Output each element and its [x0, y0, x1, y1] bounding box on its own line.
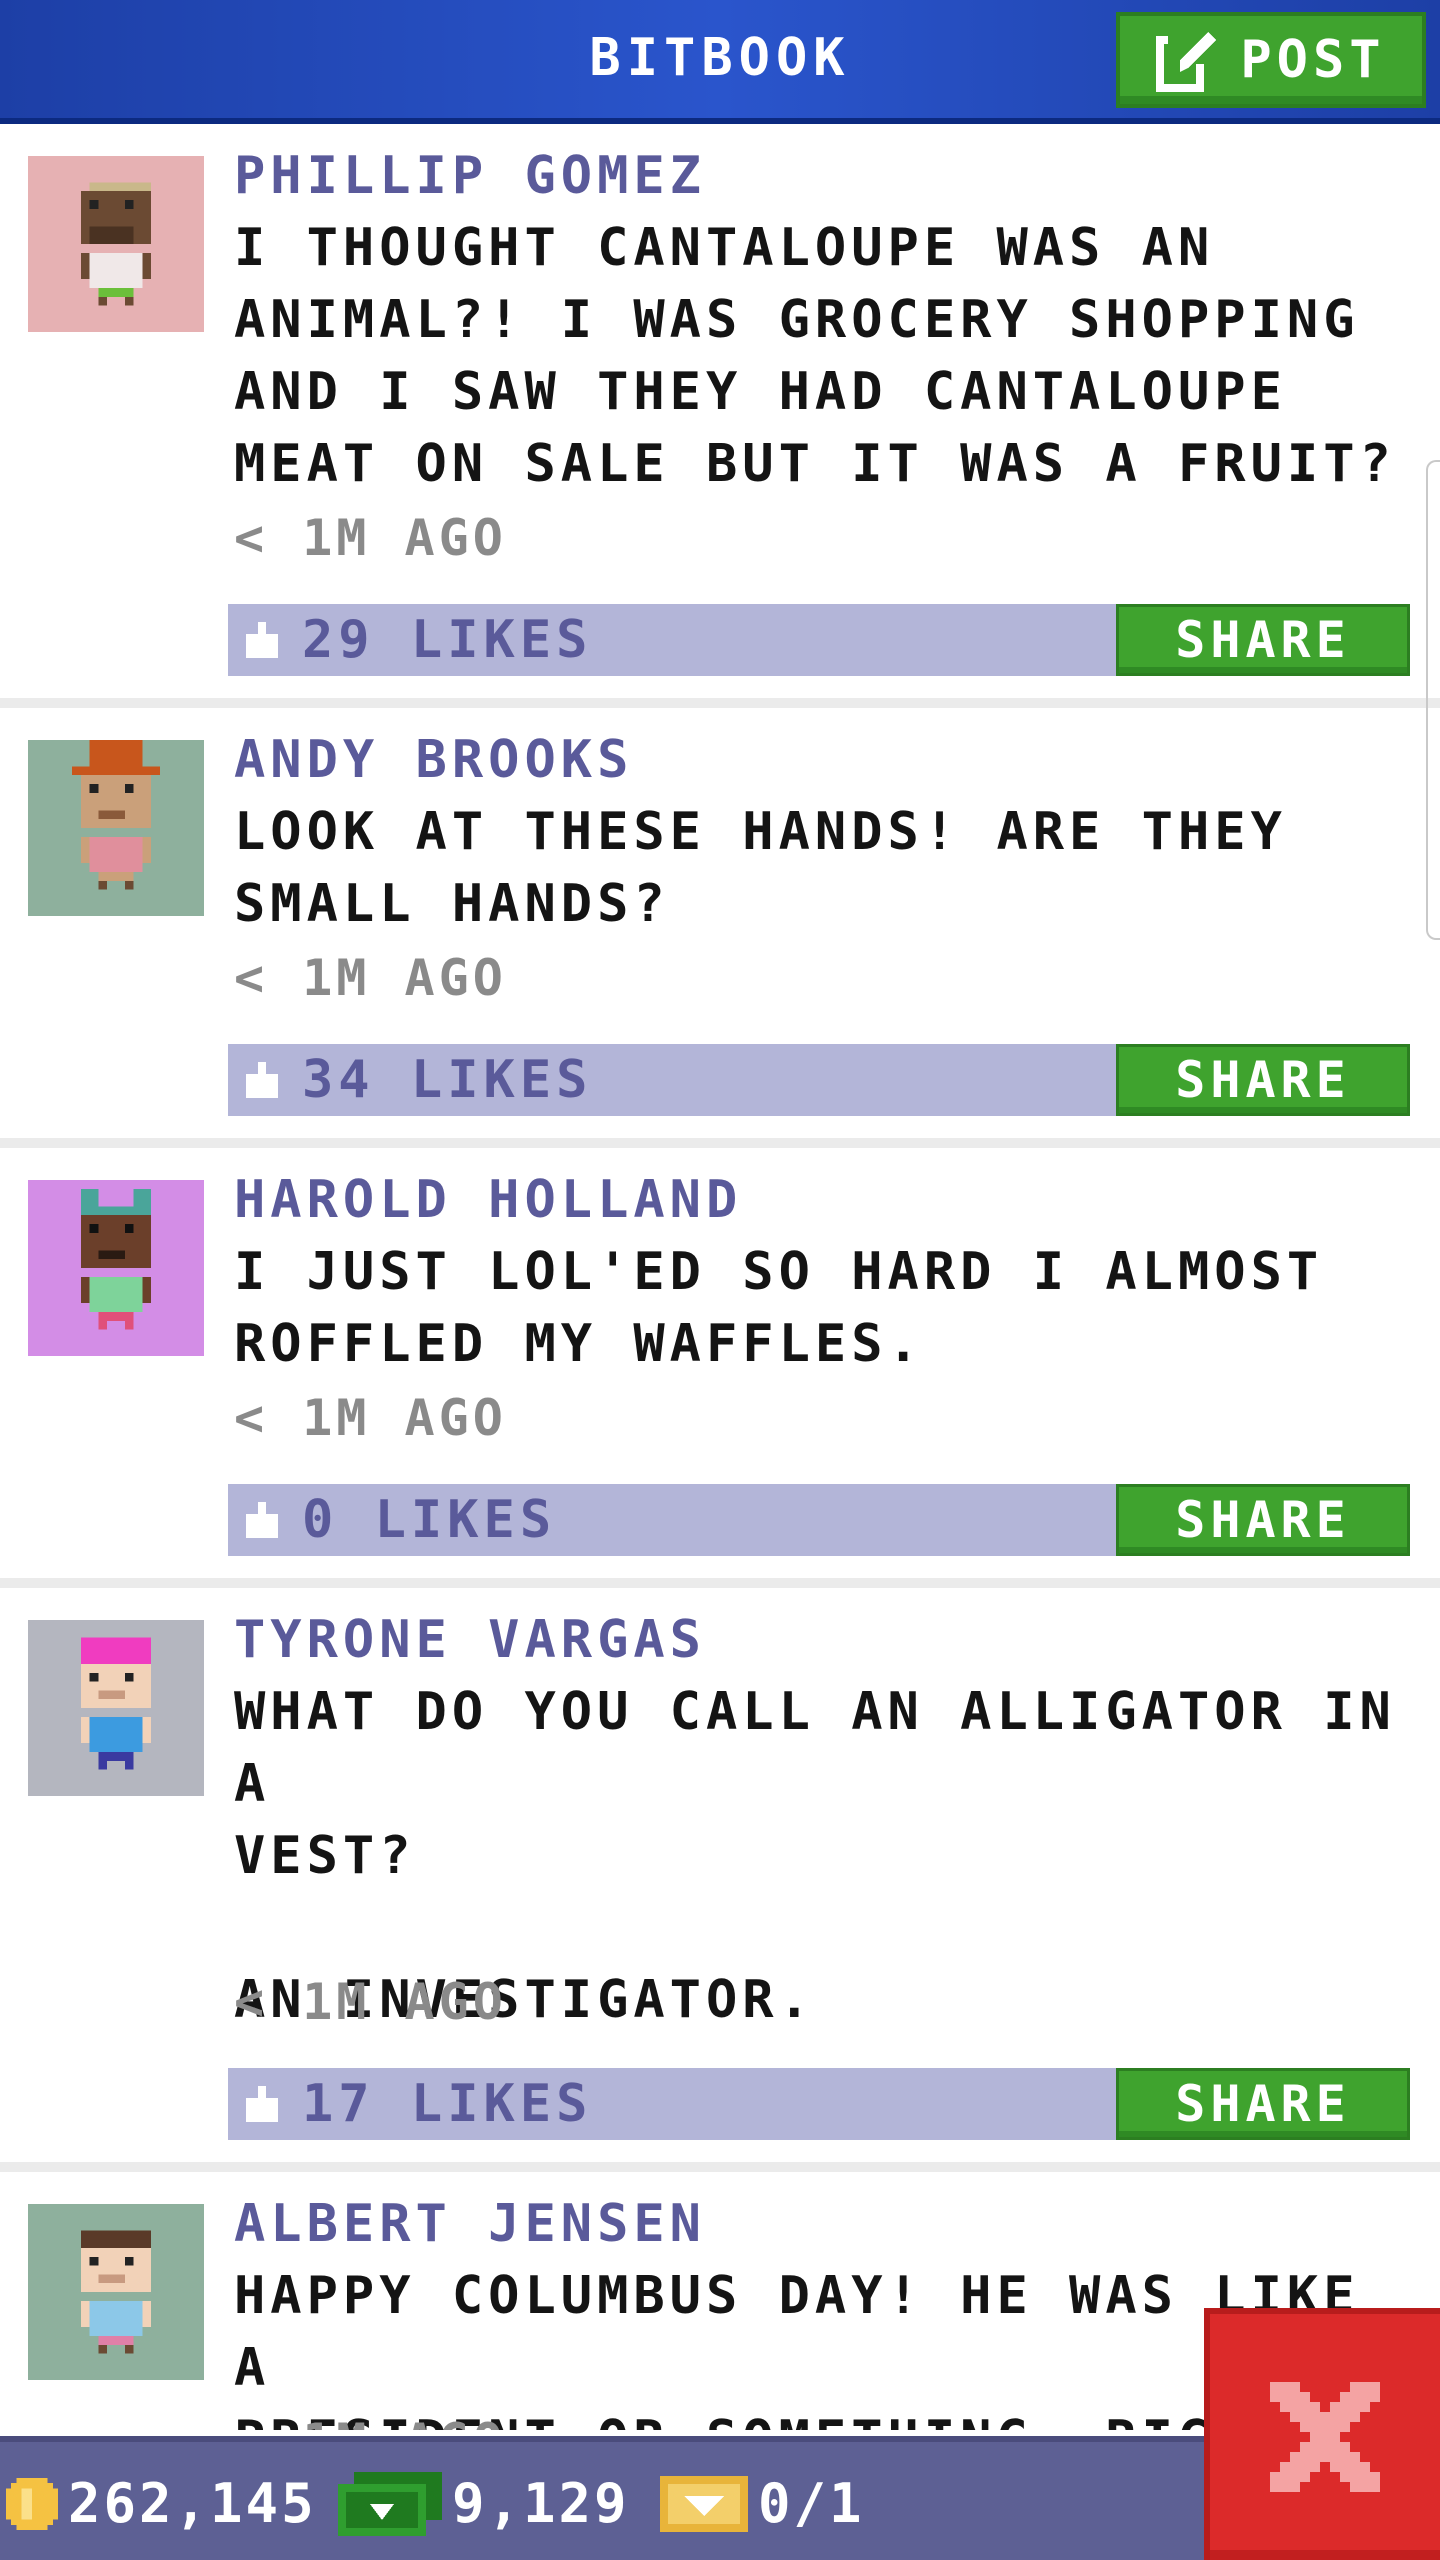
likes-count: 0 LIKES	[302, 1490, 557, 1550]
author-name[interactable]: ANDY BROOKS	[234, 730, 633, 790]
like-icon[interactable]	[242, 1062, 282, 1102]
post-edit-icon	[1156, 32, 1217, 92]
post-time: < 1M AGO	[234, 1973, 507, 2031]
scrollbar[interactable]	[1426, 460, 1440, 940]
avatar[interactable]	[28, 1620, 204, 1796]
post-time: < 1M AGO	[234, 949, 507, 1007]
post-text: LOOK AT THESE HANDS! ARE THEY SMALL HAND…	[234, 802, 1287, 934]
divider	[0, 1578, 1440, 1588]
post-text: I THOUGHT CANTALOUPE WAS AN ANIMAL?! I W…	[234, 218, 1396, 494]
tickets-counter: 0/1	[660, 2472, 865, 2536]
author-name[interactable]: TYRONE VARGAS	[234, 1610, 706, 1670]
likes-bar: 0 LIKES SHARE	[228, 1484, 1410, 1556]
post-text: I JUST LOL'ED SO HARD I ALMOST ROFFLED M…	[234, 1242, 1324, 1374]
bux-value: 9,129	[452, 2472, 630, 2535]
like-icon[interactable]	[242, 2086, 282, 2126]
divider	[0, 1138, 1440, 1148]
author-name[interactable]: ALBERT JENSEN	[234, 2194, 706, 2254]
avatar[interactable]	[28, 1180, 204, 1356]
share-button[interactable]: SHARE	[1116, 604, 1410, 676]
bux-icon	[338, 2472, 442, 2536]
divider	[0, 2162, 1440, 2172]
like-icon[interactable]	[242, 622, 282, 662]
share-button[interactable]: SHARE	[1116, 2068, 1410, 2140]
tickets-value: 0/1	[758, 2472, 865, 2535]
post-time: < 1M AGO	[234, 1389, 507, 1447]
avatar[interactable]	[28, 156, 204, 332]
author-name[interactable]: HAROLD HOLLAND	[234, 1170, 742, 1230]
likes-bar: 34 LIKES SHARE	[228, 1044, 1410, 1116]
post-time: < 1M AGO	[234, 509, 507, 567]
avatar[interactable]	[28, 2204, 204, 2380]
post-item: HAROLD HOLLAND I JUST LOL'ED SO HARD I A…	[0, 1154, 1440, 1584]
bux-counter: 9,129	[338, 2472, 630, 2536]
coins-value: 262,145	[68, 2472, 317, 2535]
share-button[interactable]: SHARE	[1116, 1484, 1410, 1556]
close-icon	[1270, 2382, 1380, 2492]
likes-bar: 29 LIKES SHARE	[228, 604, 1410, 676]
post-button[interactable]: POST	[1116, 12, 1426, 108]
post-item: ANDY BROOKS LOOK AT THESE HANDS! ARE THE…	[0, 714, 1440, 1144]
coin-icon	[6, 2478, 58, 2530]
top-bar: BITBOOK POST	[0, 0, 1440, 124]
likes-count: 29 LIKES	[302, 610, 593, 670]
divider	[0, 698, 1440, 708]
author-name[interactable]: PHILLIP GOMEZ	[234, 146, 706, 206]
feed[interactable]: PHILLIP GOMEZ I THOUGHT CANTALOUPE WAS A…	[0, 130, 1440, 2430]
likes-count: 17 LIKES	[302, 2074, 593, 2134]
post-item: PHILLIP GOMEZ I THOUGHT CANTALOUPE WAS A…	[0, 130, 1440, 704]
coins-counter: 262,145	[6, 2472, 317, 2536]
like-icon[interactable]	[242, 1502, 282, 1542]
post-item: TYRONE VARGAS WHAT DO YOU CALL AN ALLIGA…	[0, 1594, 1440, 2168]
likes-count: 34 LIKES	[302, 1050, 593, 1110]
share-button[interactable]: SHARE	[1116, 1044, 1410, 1116]
avatar[interactable]	[28, 740, 204, 916]
likes-bar: 17 LIKES SHARE	[228, 2068, 1410, 2140]
ticket-icon	[660, 2476, 748, 2532]
post-time: < 1M AGO	[234, 2412, 507, 2430]
post-button-label: POST	[1240, 30, 1386, 90]
close-button[interactable]	[1204, 2308, 1440, 2560]
